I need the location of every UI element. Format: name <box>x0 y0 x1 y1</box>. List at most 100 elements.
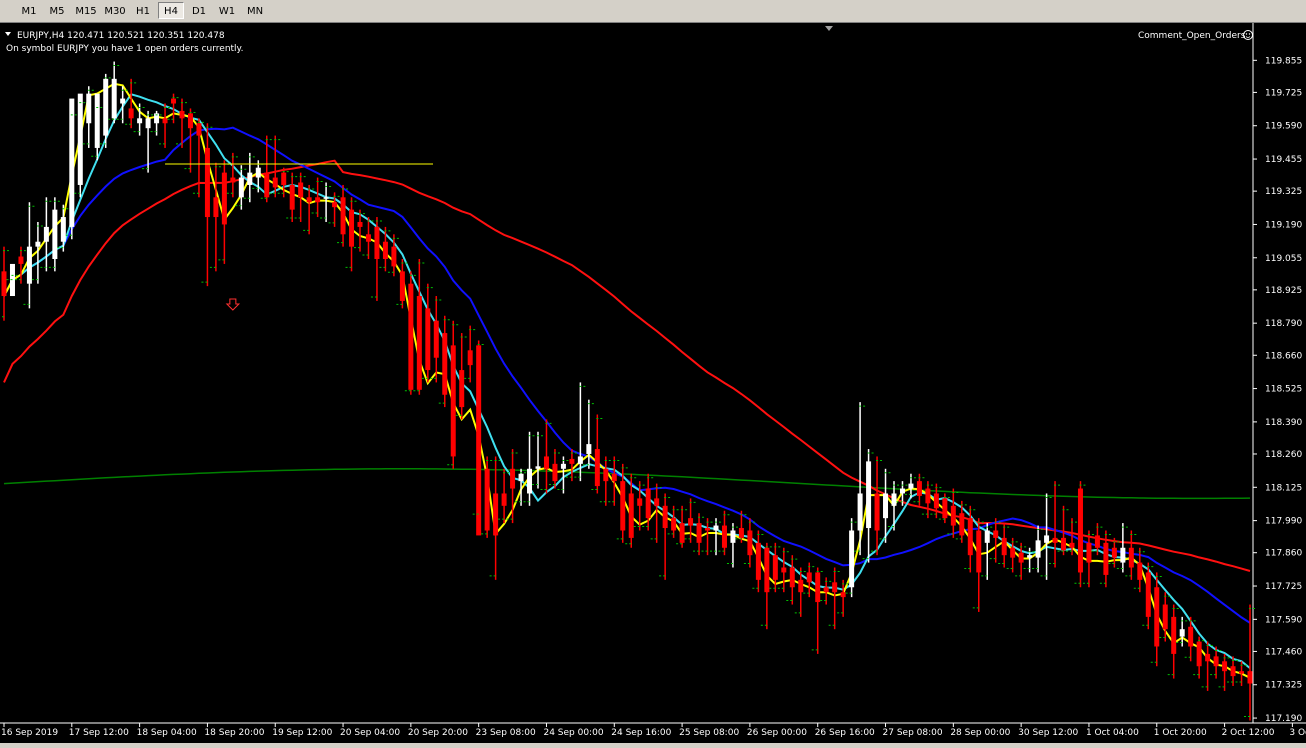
candle-body <box>857 493 863 531</box>
candle <box>1049 481 1062 568</box>
price-tick-label: 119.855 <box>1265 56 1302 66</box>
candle-body <box>196 123 202 136</box>
candle-body <box>425 308 431 371</box>
candle <box>0 246 10 321</box>
candle-body <box>518 473 524 482</box>
candle-body <box>916 481 922 496</box>
time-tick-label: 19 Sep 12:00 <box>272 728 332 738</box>
candle-body <box>52 209 58 259</box>
candle-body <box>459 370 465 408</box>
candle-body <box>798 579 804 593</box>
candle-body <box>883 493 889 519</box>
timeframe-h1[interactable]: H1 <box>130 2 156 19</box>
candle-body <box>399 271 405 301</box>
timeframe-h4[interactable]: H4 <box>158 2 184 19</box>
price-tick-label: 119.725 <box>1265 88 1302 98</box>
candle-body <box>1001 537 1007 556</box>
candle-body <box>586 444 592 454</box>
candle-body <box>603 468 609 482</box>
candle-body <box>1027 555 1033 558</box>
grid-lines <box>0 23 1306 724</box>
candle-body <box>145 118 151 129</box>
candle-body <box>1239 671 1245 674</box>
candle-body <box>1128 547 1134 568</box>
candle-body <box>891 493 897 506</box>
candle-body <box>1077 488 1083 573</box>
candle <box>57 204 70 252</box>
timeframe-m15[interactable]: M15 <box>72 2 100 19</box>
candle-body <box>1010 547 1016 558</box>
candle-body <box>705 528 711 531</box>
time-tick-label: 16 Sep 2019 <box>1 728 58 738</box>
candle-body <box>332 202 338 208</box>
candle-body <box>43 226 49 242</box>
candle-body <box>467 350 473 366</box>
price-tick-label: 119.590 <box>1265 122 1302 132</box>
candle-body <box>908 483 914 489</box>
dropdown-triangle-icon[interactable] <box>5 32 11 36</box>
candle-body <box>77 93 83 185</box>
candle-body <box>94 93 100 148</box>
time-tick-label: 18 Sep 20:00 <box>204 728 264 738</box>
candle-body <box>340 197 346 235</box>
timeframe-d1[interactable]: D1 <box>186 2 212 19</box>
candle <box>1167 604 1180 679</box>
candle-body <box>874 493 880 531</box>
smiley-eye <box>1245 33 1248 35</box>
candle-body <box>365 234 371 242</box>
candle <box>311 177 324 218</box>
candle <box>777 547 790 593</box>
candle <box>1201 641 1214 691</box>
candle-body <box>1044 535 1050 543</box>
candle-body <box>60 217 66 242</box>
candle-body <box>1069 542 1075 548</box>
candle-body <box>26 246 32 284</box>
candle <box>871 456 884 556</box>
candle <box>701 518 714 556</box>
candle-body <box>1196 641 1202 667</box>
price-chart[interactable]: 119.855 119.725 119.590 119.455 119.325 119.1… <box>0 23 1306 743</box>
ma-green-line <box>3 468 1251 500</box>
candle-body <box>671 518 677 531</box>
candle <box>794 567 807 617</box>
candle-body <box>527 468 533 494</box>
candle-body <box>35 241 41 247</box>
candle <box>710 518 722 556</box>
price-axis: 119.855 119.725 119.590 119.455 119.325 119.1… <box>1253 56 1302 724</box>
candle-body <box>111 78 117 119</box>
candle <box>65 98 78 240</box>
symbol-header: EURJPY,H4 120.471 120.521 120.351 120.47… <box>17 31 225 41</box>
candle <box>760 542 773 630</box>
candle <box>726 523 739 568</box>
candle-body <box>433 320 439 358</box>
timeframe-toolbar: M1 M5 M15 M30 H1 H4 D1 W1 MN <box>0 0 1306 23</box>
candle <box>294 172 307 222</box>
timeframe-m5[interactable]: M5 <box>44 2 70 19</box>
candle-body <box>171 98 177 104</box>
candle <box>820 577 833 605</box>
candle-body <box>1230 666 1236 677</box>
price-tick-label: 118.390 <box>1265 418 1302 428</box>
candle-body <box>755 542 761 580</box>
candle-body <box>221 172 227 225</box>
candle-body <box>1188 626 1194 647</box>
timeframe-m30[interactable]: M30 <box>100 2 130 19</box>
candle-body <box>298 182 304 198</box>
candle <box>226 152 239 198</box>
price-tick-label: 117.590 <box>1265 615 1302 625</box>
candle-body <box>128 108 134 119</box>
candle-body <box>959 513 965 536</box>
candle-body <box>662 505 668 529</box>
time-tick-label: 23 Sep 08:00 <box>476 728 536 738</box>
timeframe-mn[interactable]: MN <box>242 2 268 19</box>
candle <box>48 197 61 272</box>
candle-body <box>315 197 321 203</box>
timeframe-m1[interactable]: M1 <box>16 2 42 19</box>
timeframe-w1[interactable]: W1 <box>214 2 240 19</box>
candle <box>472 340 485 536</box>
candle-body <box>976 530 982 573</box>
price-tick-label: 117.325 <box>1265 681 1302 691</box>
candle <box>31 221 44 284</box>
time-tick-label: 20 Sep 04:00 <box>340 728 400 738</box>
candle-body <box>679 523 685 543</box>
